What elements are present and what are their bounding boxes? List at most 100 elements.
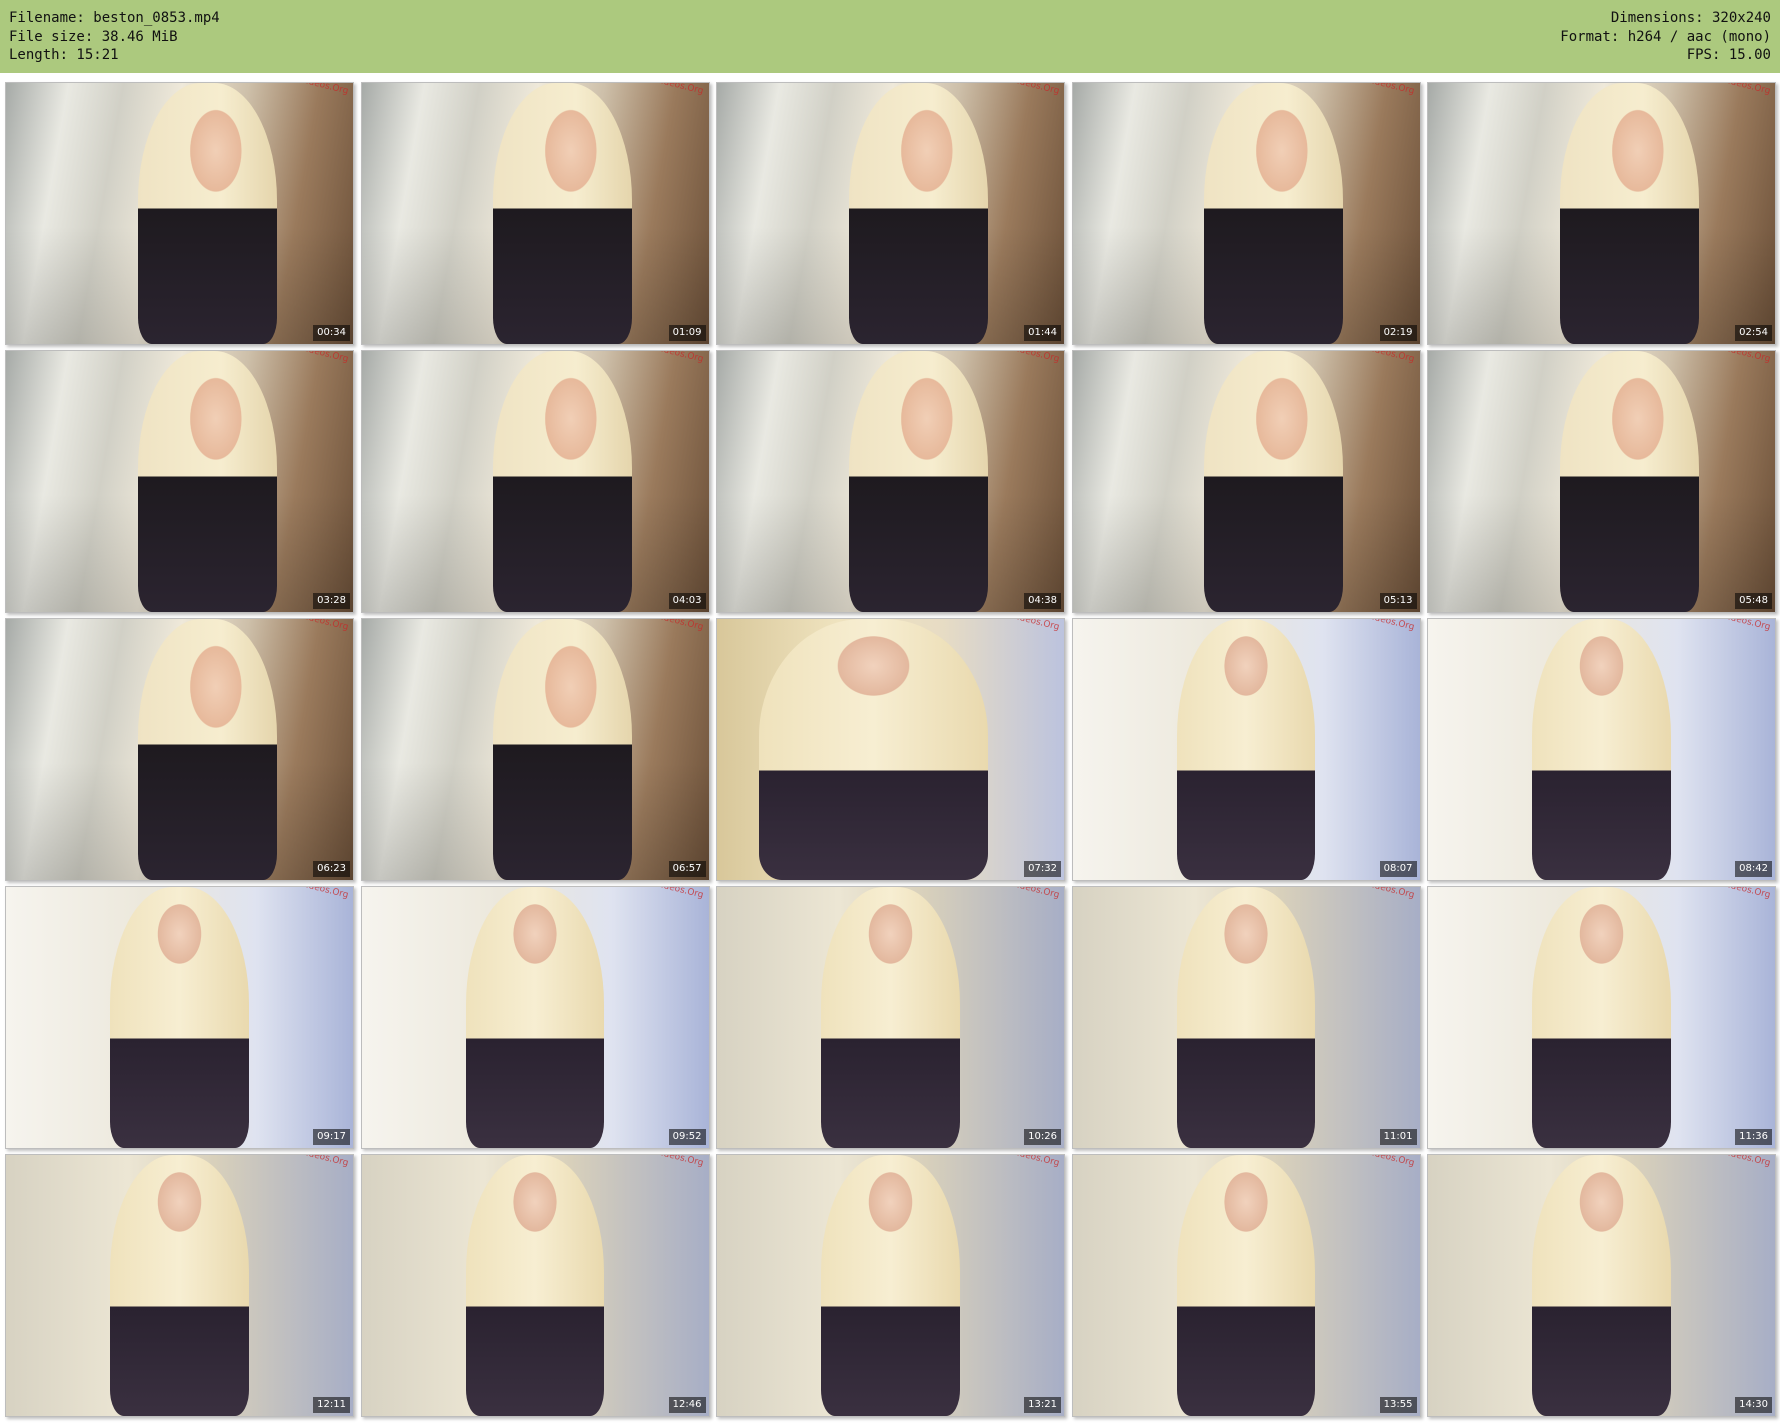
timestamp-label: 13:55 xyxy=(1379,1397,1417,1413)
thumbnail-frame[interactable]: CamGirlVideos.Org 08:42 xyxy=(1427,618,1776,881)
watermark-text: CamGirlVideos.Org xyxy=(1686,1155,1771,1169)
thumbnail-frame[interactable]: CamGirlVideos.Org 09:52 xyxy=(360,886,710,1149)
stream-info: Dimensions: 320x240 Format: h264 / aac (… xyxy=(1560,9,1771,65)
timestamp-label: 06:57 xyxy=(668,861,706,877)
person-figure xyxy=(1559,83,1699,344)
frame-image: CamGirlVideos.Org xyxy=(1428,619,1775,880)
fps-text: FPS: 15.00 xyxy=(1686,47,1771,63)
thumbnail-frame[interactable]: CamGirlVideos.Org 09:17 xyxy=(5,886,354,1149)
watermark-text: CamGirlVideos.Org xyxy=(619,351,704,365)
watermark-text: CamGirlVideos.Org xyxy=(975,83,1060,97)
file-info: Filename: beston_0853.mp4 File size: 38.… xyxy=(9,9,220,65)
person-figure xyxy=(110,887,249,1148)
thumbnail-frame[interactable]: CamGirlVideos.Org 10:26 xyxy=(716,886,1065,1149)
timestamp-label: 11:36 xyxy=(1735,1129,1772,1145)
thumbnail-frame[interactable]: CamGirlVideos.Org 05:48 xyxy=(1427,350,1776,613)
frame-image: CamGirlVideos.Org xyxy=(717,1155,1064,1416)
watermark-text: CamGirlVideos.Org xyxy=(264,619,349,633)
frame-image: CamGirlVideos.Org xyxy=(1428,887,1775,1148)
thumbnail-frame[interactable]: CamGirlVideos.Org 13:21 xyxy=(716,1154,1065,1417)
thumbnail-frame[interactable]: CamGirlVideos.Org 13:55 xyxy=(1071,1154,1421,1417)
person-figure xyxy=(848,83,988,344)
watermark-text: CamGirlVideos.Org xyxy=(1330,83,1415,97)
watermark-text: CamGirlVideos.Org xyxy=(264,1155,349,1169)
watermark-text: CamGirlVideos.Org xyxy=(1686,351,1771,365)
timestamp-label: 09:17 xyxy=(313,1129,350,1145)
format-text: Format: h264 / aac (mono) xyxy=(1560,28,1771,45)
frame-image: CamGirlVideos.Org xyxy=(1072,351,1420,612)
watermark-text: CamGirlVideos.Org xyxy=(619,83,704,97)
timestamp-label: 03:28 xyxy=(313,593,350,609)
frame-image: CamGirlVideos.Org xyxy=(361,619,709,880)
thumbnail-frame[interactable]: CamGirlVideos.Org 11:01 xyxy=(1071,886,1421,1149)
timestamp-label: 04:03 xyxy=(668,593,706,609)
frame-image: CamGirlVideos.Org xyxy=(6,887,353,1148)
thumbnail-frame[interactable]: CamGirlVideos.Org 12:11 xyxy=(5,1154,354,1417)
person-figure xyxy=(137,619,277,880)
person-figure xyxy=(493,351,633,612)
timestamp-label: 05:13 xyxy=(1379,593,1417,609)
timestamp-label: 02:54 xyxy=(1735,325,1772,341)
frame-image: CamGirlVideos.Org xyxy=(361,887,709,1148)
watermark-text: CamGirlVideos.Org xyxy=(975,887,1060,901)
thumbnail-frame[interactable]: CamGirlVideos.Org 01:09 xyxy=(360,82,710,345)
person-figure xyxy=(493,83,633,344)
timestamp-label: 01:09 xyxy=(668,325,706,341)
person-figure xyxy=(1532,619,1671,880)
thumbnail-frame[interactable]: CamGirlVideos.Org 03:28 xyxy=(5,350,354,613)
timestamp-label: 08:42 xyxy=(1735,861,1772,877)
frame-image: CamGirlVideos.Org xyxy=(717,351,1064,612)
timestamp-label: 06:23 xyxy=(313,861,350,877)
timestamp-label: 13:21 xyxy=(1024,1397,1061,1413)
thumbnail-frame[interactable]: CamGirlVideos.Org 14:30 xyxy=(1427,1154,1776,1417)
frame-image: CamGirlVideos.Org xyxy=(361,351,709,612)
timestamp-label: 01:44 xyxy=(1024,325,1061,341)
thumbnail-frame[interactable]: CamGirlVideos.Org 06:23 xyxy=(5,618,354,881)
person-figure xyxy=(848,351,988,612)
length-text: Length: 15:21 xyxy=(9,47,119,63)
person-figure xyxy=(493,619,633,880)
timestamp-label: 10:26 xyxy=(1024,1129,1061,1145)
watermark-text: CamGirlVideos.Org xyxy=(619,619,704,633)
frame-image: CamGirlVideos.Org xyxy=(6,619,353,880)
watermark-text: CamGirlVideos.Org xyxy=(975,619,1060,633)
watermark-text: CamGirlVideos.Org xyxy=(1330,887,1415,901)
watermark-text: CamGirlVideos.Org xyxy=(264,351,349,365)
person-figure xyxy=(1204,351,1344,612)
frame-image: CamGirlVideos.Org xyxy=(6,1155,353,1416)
watermark-text: CamGirlVideos.Org xyxy=(1330,1155,1415,1169)
thumbnail-frame[interactable]: CamGirlVideos.Org 07:32 xyxy=(716,618,1065,881)
frame-image: CamGirlVideos.Org xyxy=(1072,83,1420,344)
timestamp-label: 05:48 xyxy=(1735,593,1772,609)
watermark-text: CamGirlVideos.Org xyxy=(975,351,1060,365)
person-figure xyxy=(137,351,277,612)
frame-image: CamGirlVideos.Org xyxy=(717,887,1064,1148)
watermark-text: CamGirlVideos.Org xyxy=(975,1155,1060,1169)
frame-image: CamGirlVideos.Org xyxy=(1072,619,1420,880)
metadata-header: Filename: beston_0853.mp4 File size: 38.… xyxy=(0,0,1780,73)
person-figure xyxy=(1176,1155,1316,1416)
frame-image: CamGirlVideos.Org xyxy=(1428,83,1775,344)
thumbnail-frame[interactable]: CamGirlVideos.Org 02:54 xyxy=(1427,82,1776,345)
thumbnail-frame[interactable]: CamGirlVideos.Org 04:38 xyxy=(716,350,1065,613)
thumbnail-frame[interactable]: CamGirlVideos.Org 08:07 xyxy=(1071,618,1421,881)
frame-image: CamGirlVideos.Org xyxy=(361,1155,709,1416)
watermark-text: CamGirlVideos.Org xyxy=(619,887,704,901)
frame-image: CamGirlVideos.Org xyxy=(1428,351,1775,612)
thumbnail-frame[interactable]: CamGirlVideos.Org 02:19 xyxy=(1071,82,1421,345)
thumbnail-frame[interactable]: CamGirlVideos.Org 11:36 xyxy=(1427,886,1776,1149)
thumbnail-frame[interactable]: CamGirlVideos.Org 12:46 xyxy=(360,1154,710,1417)
thumbnail-frame[interactable]: CamGirlVideos.Org 00:34 xyxy=(5,82,354,345)
person-figure xyxy=(137,83,277,344)
thumbnail-frame[interactable]: CamGirlVideos.Org 05:13 xyxy=(1071,350,1421,613)
watermark-text: CamGirlVideos.Org xyxy=(1686,83,1771,97)
filesize-text: File size: 38.46 MiB xyxy=(9,28,178,45)
timestamp-label: 12:46 xyxy=(668,1397,706,1413)
watermark-text: CamGirlVideos.Org xyxy=(264,887,349,901)
thumbnail-frame[interactable]: CamGirlVideos.Org 04:03 xyxy=(360,350,710,613)
frame-image: CamGirlVideos.Org xyxy=(717,83,1064,344)
timestamp-label: 08:07 xyxy=(1379,861,1417,877)
person-figure xyxy=(821,887,960,1148)
thumbnail-frame[interactable]: CamGirlVideos.Org 06:57 xyxy=(360,618,710,881)
thumbnail-frame[interactable]: CamGirlVideos.Org 01:44 xyxy=(716,82,1065,345)
